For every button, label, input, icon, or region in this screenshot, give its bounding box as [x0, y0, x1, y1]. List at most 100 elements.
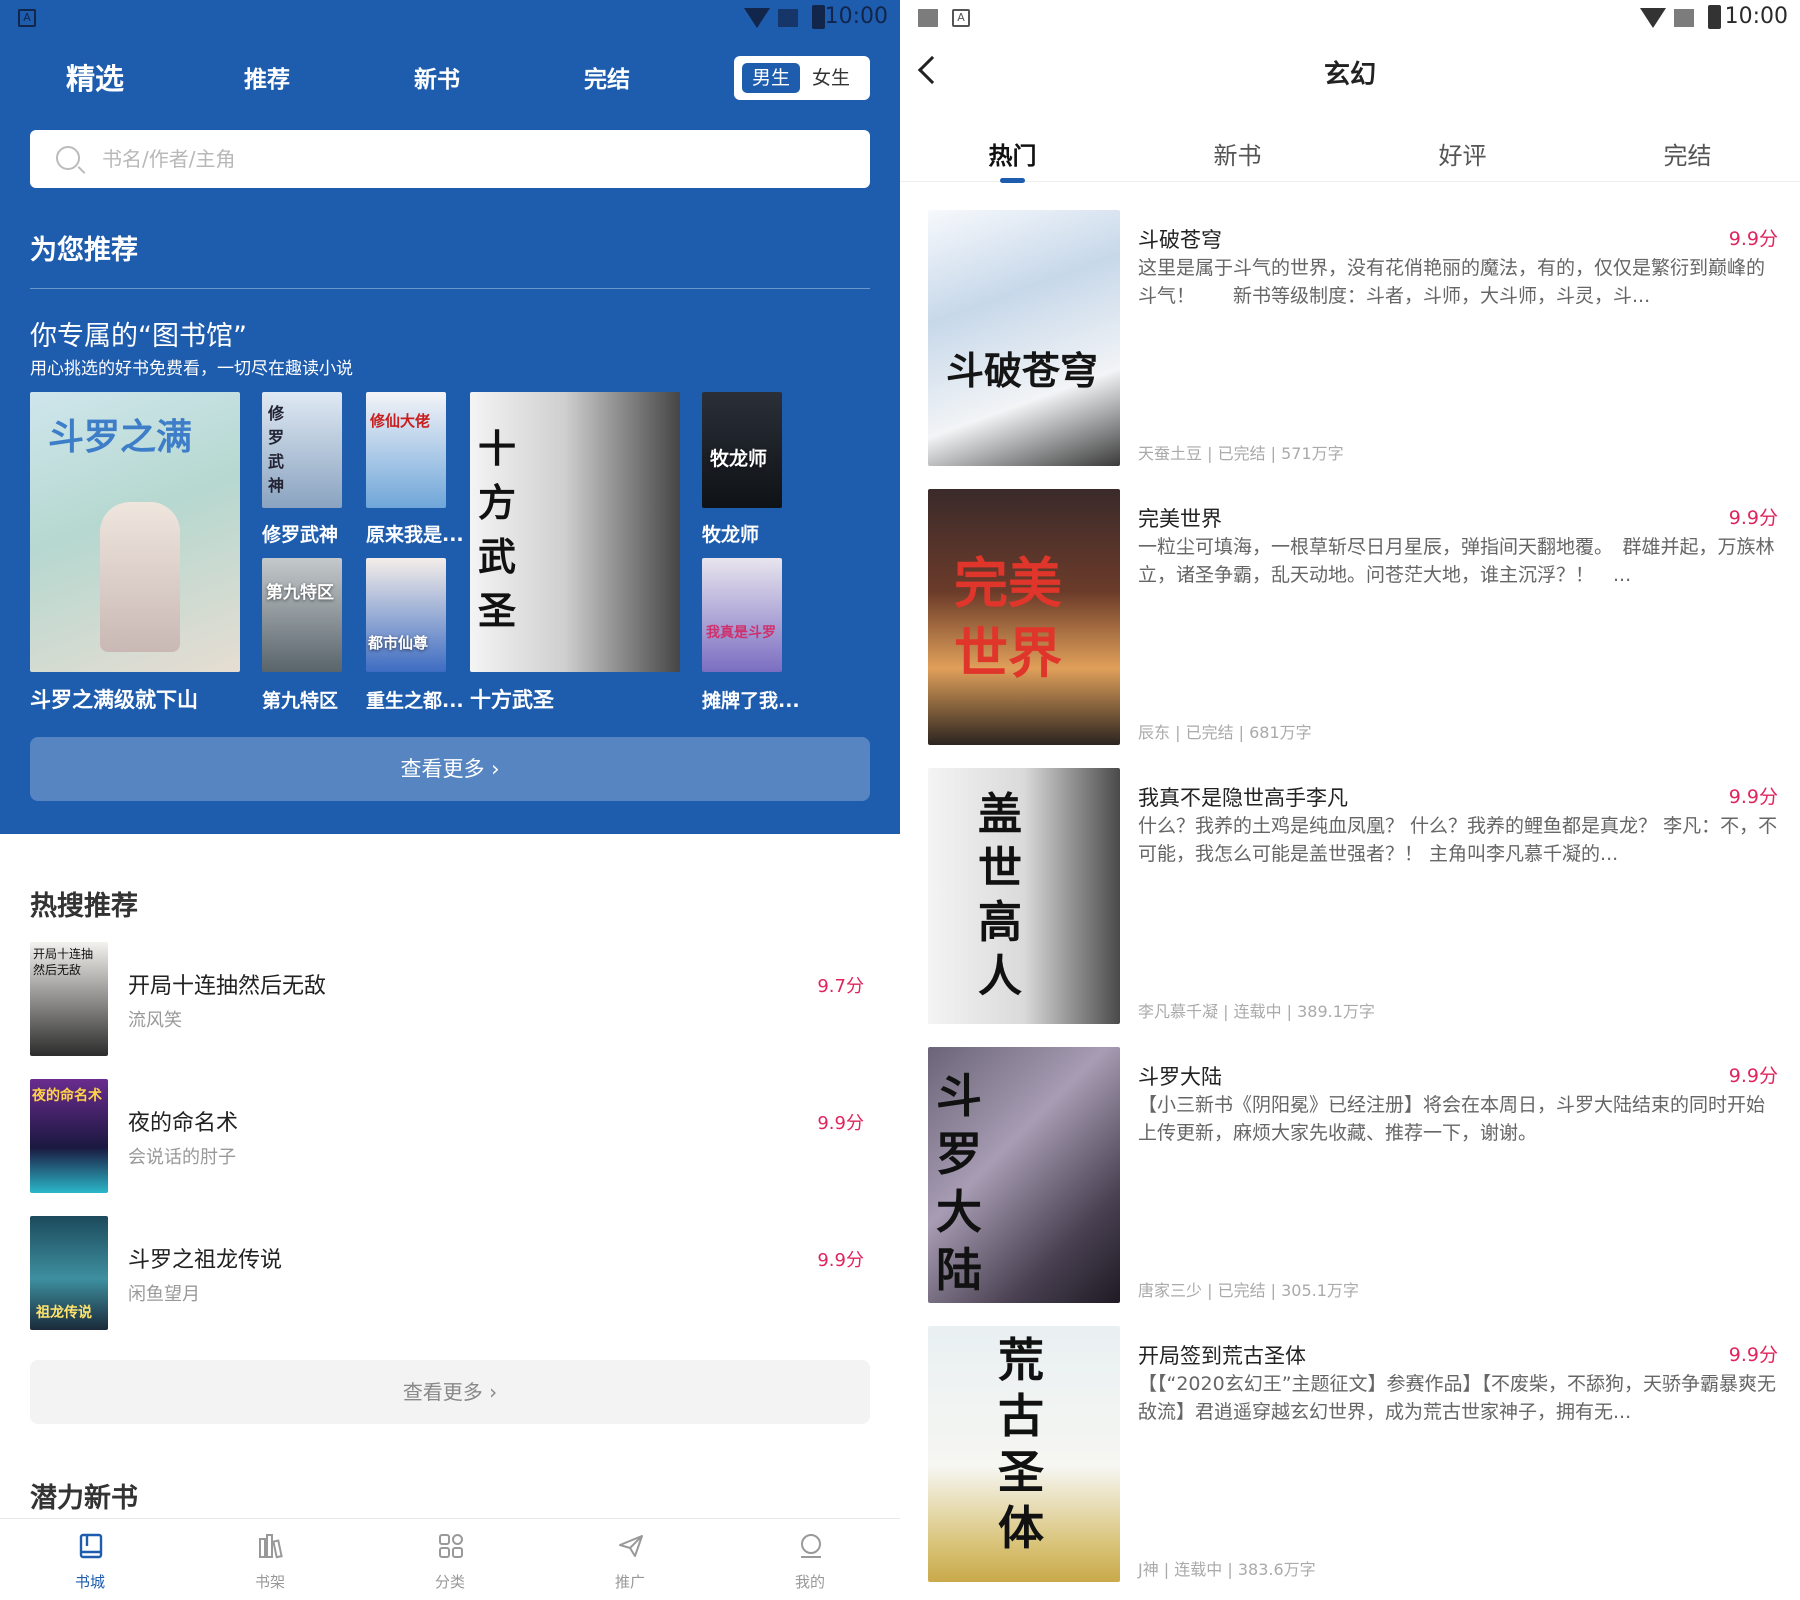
book-title[interactable]: 牧龙师 — [702, 520, 759, 547]
book-title[interactable]: 原来我是... — [366, 520, 464, 547]
tab-category[interactable]: 分类 — [400, 1519, 500, 1600]
gender-male-button[interactable]: 男生 — [742, 63, 800, 93]
right-screen: A 10:00 玄幻 热门 新书 好评 完结 斗破苍穹 斗破苍穹 9.9分 这里… — [900, 0, 1800, 1600]
book-cover: 斗罗大陆 — [928, 1047, 1120, 1303]
search-icon — [56, 146, 80, 170]
book-title[interactable]: 修罗武神 — [262, 520, 338, 547]
tab-recommend[interactable]: 推荐 — [244, 60, 290, 94]
tab-label: 分类 — [434, 1573, 465, 1591]
book-cover: 完美世界 — [928, 489, 1120, 745]
book-icon — [79, 1533, 103, 1559]
list-item[interactable]: 祖龙传说 斗罗之祖龙传说 闲鱼望月 9.9分 — [30, 1216, 870, 1330]
gender-female-button[interactable]: 女生 — [812, 63, 850, 93]
book-meta: 唐家三少 | 已完结 | 305.1万字 — [1138, 1281, 1359, 1300]
list-item[interactable]: 完美世界 完美世界 9.9分 一粒尘可填海，一根草斩尽日月星辰，弹指间天翻地覆。… — [928, 489, 1778, 745]
list-item[interactable]: 夜的命名术 夜的命名术 会说话的肘子 9.9分 — [30, 1079, 870, 1193]
wifi-icon — [1640, 8, 1666, 28]
list-item[interactable]: 盖世高人 我真不是隐世高手李凡 9.9分 什么？我养的土鸡是纯血凤凰？ 什么？我… — [928, 768, 1778, 1024]
battery-icon — [1708, 5, 1721, 29]
status-time: 10:00 — [1724, 4, 1788, 29]
book-description: 【【“2020玄幻王”主题征文】参赛作品】【不废柴，不舔狗，天骄争霸暴爽无敌流】… — [1138, 1373, 1777, 1423]
gender-toggle: 男生 女生 — [734, 56, 870, 100]
book-name: 开局十连抽然后无敌 — [128, 974, 327, 999]
book-title[interactable]: 斗罗之满级就下山 — [30, 684, 198, 714]
tab-new[interactable]: 新书 — [1125, 136, 1350, 171]
book-cover[interactable]: 斗罗之满 — [30, 392, 240, 672]
notification-icon: A — [952, 9, 970, 27]
book-name: 斗罗大陆 — [1138, 1065, 1222, 1089]
signal-icon — [1674, 9, 1694, 27]
list-item[interactable]: 荒古圣体 开局签到荒古圣体 9.9分 【【“2020玄幻王”主题征文】参赛作品】… — [928, 1326, 1778, 1582]
user-icon — [801, 1534, 821, 1558]
tab-completed[interactable]: 完结 — [584, 60, 630, 94]
book-cover[interactable]: 修仙大佬 — [366, 392, 446, 508]
book-meta: J神 | 连载中 | 383.6万字 — [1138, 1560, 1316, 1579]
book-cover: 祖龙传说 — [30, 1216, 108, 1330]
book-cover[interactable]: 十方武圣 — [470, 392, 680, 672]
book-cover[interactable]: 牧龙师 — [702, 392, 782, 508]
wifi-icon — [744, 8, 770, 28]
grid-icon — [439, 1534, 463, 1558]
book-meta: 李凡慕千凝 | 连载中 | 389.1万字 — [1138, 1002, 1375, 1021]
book-cover[interactable]: 第九特区 — [262, 558, 342, 672]
search-bar — [30, 130, 870, 188]
divider — [30, 288, 870, 289]
book-description: 这里是属于斗气的世界，没有花俏艳丽的魔法，有的，仅仅是繁衍到巅峰的斗气！ 新书等… — [1138, 257, 1766, 307]
tab-bookshelf[interactable]: 书架 — [220, 1519, 320, 1600]
library-subtitle: 用心挑选的好书免费看，一切尽在趣读小说 — [30, 359, 353, 379]
book-cover: 开局十连抽 然后无敌 — [30, 942, 108, 1056]
book-name: 斗破苍穹 — [1138, 228, 1222, 252]
book-cover: 夜的命名术 — [30, 1079, 108, 1193]
book-name: 夜的命名术 — [128, 1111, 239, 1136]
category-tabs: 热门 新书 好评 完结 — [900, 130, 1800, 183]
tab-label: 我的 — [794, 1573, 825, 1591]
tab-promote[interactable]: 推广 — [580, 1519, 680, 1600]
book-cover[interactable]: 我真是斗罗 — [702, 558, 782, 672]
book-score: 9.9分 — [1728, 228, 1778, 250]
tab-label: 书城 — [74, 1573, 105, 1591]
view-more-hot-button[interactable]: 查看更多 › — [30, 1360, 870, 1424]
book-score: 9.9分 — [817, 1113, 864, 1134]
tab-completed[interactable]: 完结 — [1575, 136, 1800, 171]
book-score: 9.9分 — [1728, 786, 1778, 808]
book-name: 斗罗之祖龙传说 — [128, 1248, 283, 1273]
book-score: 9.9分 — [817, 1250, 864, 1271]
book-meta: 辰东 | 已完结 | 681万字 — [1138, 723, 1312, 742]
tab-new-books[interactable]: 新书 — [414, 60, 460, 94]
book-title[interactable]: 十方武圣 — [470, 684, 554, 714]
library-title: 你专属的“图书馆” — [30, 321, 247, 352]
book-name: 开局签到荒古圣体 — [1138, 1344, 1306, 1368]
status-time: 10:00 — [824, 4, 888, 29]
book-score: 9.9分 — [1728, 1065, 1778, 1087]
book-title[interactable]: 摊牌了我... — [702, 686, 800, 713]
book-score: 9.7分 — [817, 976, 864, 997]
left-screen: A 10:00 精选 推荐 新书 完结 男生 女生 为您推荐 你专属的“图书馆”… — [0, 0, 900, 1600]
battery-icon — [812, 5, 825, 29]
book-score: 9.9分 — [1728, 507, 1778, 529]
tab-mine[interactable]: 我的 — [760, 1519, 860, 1600]
signal-icon — [778, 9, 798, 27]
tab-label: 推广 — [614, 1573, 645, 1591]
book-title[interactable]: 第九特区 — [262, 686, 338, 713]
tab-featured[interactable]: 精选 — [66, 56, 124, 98]
bottom-tab-bar: 书城 书架 分类 推广 我的 — [0, 1518, 900, 1600]
view-more-button[interactable]: 查看更多 › — [30, 737, 870, 801]
book-author: 会说话的肘子 — [128, 1147, 236, 1168]
page-title: 玄幻 — [1323, 60, 1376, 90]
book-cover[interactable]: 都市仙尊 — [366, 558, 446, 672]
book-description: 【小三新书《阴阳冕》已经注册】将会在本周日，斗罗大陆结束的同时开始上传更新，麻烦… — [1138, 1094, 1766, 1144]
image-notification-icon — [918, 9, 938, 27]
section-title-recommend: 为您推荐 — [30, 235, 138, 266]
section-title-hot: 热搜推荐 — [30, 891, 138, 922]
book-cover[interactable]: 修罗武神 — [262, 392, 342, 508]
list-item[interactable]: 斗罗大陆 斗罗大陆 9.9分 【小三新书《阴阳冕》已经注册】将会在本周日，斗罗大… — [928, 1047, 1778, 1303]
tab-good-reviews[interactable]: 好评 — [1350, 136, 1575, 171]
list-item[interactable]: 斗破苍穹 斗破苍穹 9.9分 这里是属于斗气的世界，没有花俏艳丽的魔法，有的，仅… — [928, 210, 1778, 466]
tab-bookstore[interactable]: 书城 — [40, 1519, 140, 1600]
book-description: 什么？我养的土鸡是纯血凤凰？ 什么？我养的鲤鱼都是真龙？ 李凡：不，不可能，我怎… — [1138, 815, 1778, 865]
book-author: 流风笑 — [128, 1010, 182, 1031]
list-item[interactable]: 开局十连抽 然后无敌 开局十连抽然后无敌 流风笑 9.7分 — [30, 942, 870, 1056]
search-input[interactable] — [102, 142, 802, 176]
book-title[interactable]: 重生之都... — [366, 686, 464, 713]
tab-hot[interactable]: 热门 — [900, 136, 1125, 183]
